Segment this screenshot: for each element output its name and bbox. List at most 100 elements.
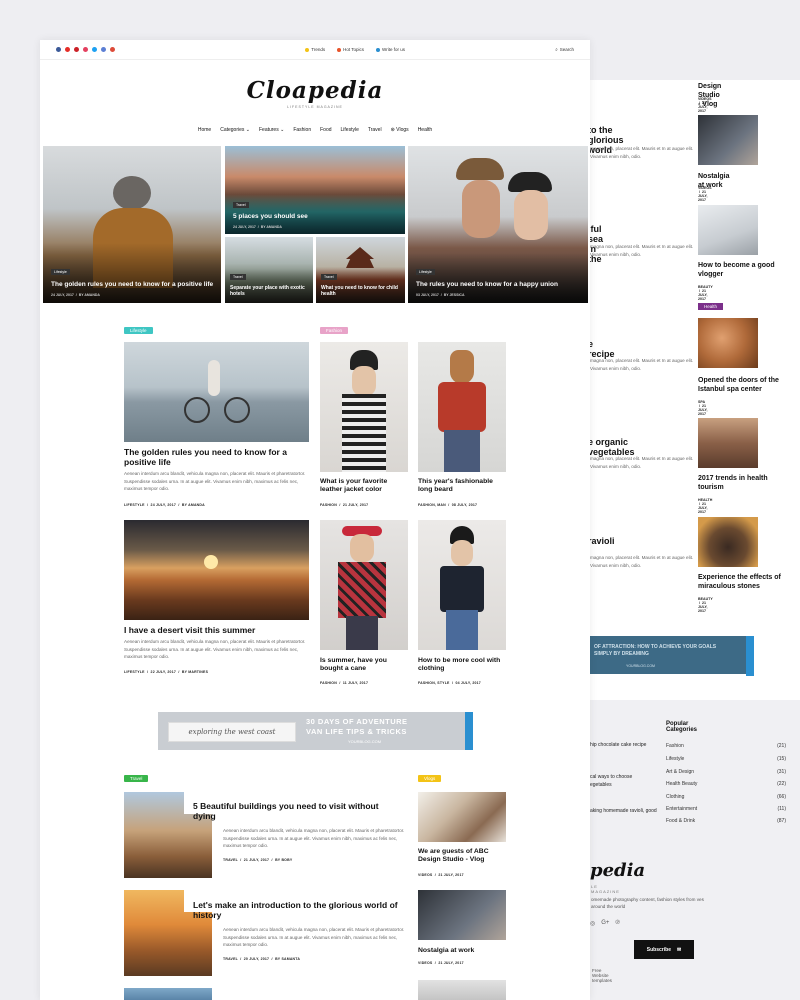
category-row[interactable]: Art & Design (31) xyxy=(666,769,786,775)
post-image[interactable] xyxy=(124,988,212,1000)
nav-vlogs[interactable]: ⊛ Vlogs xyxy=(391,127,409,133)
post-image[interactable] xyxy=(320,342,408,472)
post-title[interactable]: The golden rules you need to know for a … xyxy=(124,447,309,467)
post-title[interactable]: Nostalgia at work xyxy=(418,947,506,955)
ad-banner[interactable]: exploring the west coast 30 DAYS OF ADVE… xyxy=(158,712,473,750)
post-meta: LIFESTYLE / 24 JULY, 2017 / BY AMANDA xyxy=(124,503,205,507)
post-title[interactable]: We are guests of ABC Design Studio - Vlo… xyxy=(418,848,506,864)
hero-tile[interactable]: Travel What you need to know for child h… xyxy=(316,237,405,303)
post-meta: VIDEOS / 21 JULY, 2017 xyxy=(418,961,464,965)
hero-title[interactable]: The golden rules you need to know for a … xyxy=(51,281,215,289)
vimeo-icon[interactable] xyxy=(101,47,106,52)
section-tag-travel[interactable]: Travel xyxy=(124,775,149,782)
back-side-image[interactable] xyxy=(698,318,758,368)
search-button[interactable]: ⌕ Search xyxy=(555,47,574,52)
category-row[interactable]: Lifestyle (15) xyxy=(666,756,786,762)
post-image[interactable] xyxy=(418,520,506,650)
section-tag-lifestyle[interactable]: Lifestyle xyxy=(124,327,153,334)
post-image[interactable] xyxy=(418,792,506,842)
category-row[interactable]: Health Beauty (22) xyxy=(666,781,786,787)
nav-food[interactable]: Food xyxy=(320,127,331,133)
subscribe-button[interactable]: Subscribe ✉ xyxy=(634,940,694,959)
site-logo[interactable]: Cloapedia xyxy=(40,77,590,104)
nav-fashion[interactable]: Fashion xyxy=(293,127,311,133)
category-row[interactable]: Clothing (66) xyxy=(666,794,786,800)
post-image[interactable] xyxy=(320,520,408,650)
back-side-title[interactable]: How to become a good vlogger xyxy=(698,261,788,279)
hero-title[interactable]: 5 places you should see xyxy=(233,213,399,221)
pinterest-icon[interactable] xyxy=(74,47,79,52)
back-side-image[interactable] xyxy=(698,517,758,567)
nav-categories[interactable]: Categories ⌄ xyxy=(220,127,250,133)
back-post-title[interactable]: e organic vegetables xyxy=(588,437,635,457)
hero-tile[interactable]: Lifestyle The golden rules you need to k… xyxy=(43,146,221,303)
post-title[interactable]: Let's make an introduction to the glorio… xyxy=(193,900,403,920)
post-image[interactable] xyxy=(418,342,506,472)
health-tag[interactable]: Health xyxy=(698,303,724,310)
footer-social-icons[interactable]: ◎ G+ ℗ xyxy=(590,920,620,927)
back-side-image[interactable] xyxy=(698,418,758,468)
footer-post[interactable]: aking homemade ravioli, good xyxy=(590,808,658,816)
jacket-shape xyxy=(440,566,484,612)
google-plus-icon[interactable] xyxy=(110,47,115,52)
hero-tile[interactable]: Travel Separate your place with exotic h… xyxy=(225,237,313,303)
back-side-title[interactable]: 2017 trends in health tourism xyxy=(698,474,788,492)
section-tag-vlogs[interactable]: Vlogs xyxy=(418,775,442,782)
back-side-meta: HEALTH / 21 JULY, 2017 xyxy=(698,498,713,514)
post-title[interactable]: Is summer, have you bought a cane xyxy=(320,657,408,673)
back-post-title[interactable]: e recipe xyxy=(588,339,615,359)
footer-post[interactable]: cal ways to choose egetables xyxy=(590,774,650,789)
back-side-image[interactable] xyxy=(698,115,758,165)
nav-lifestyle[interactable]: Lifestyle xyxy=(341,127,359,133)
back-side-title[interactable]: Experience the effects of miraculous sto… xyxy=(698,573,788,591)
hero-title[interactable]: The rules you need to know for a happy u… xyxy=(416,281,582,289)
tag-label[interactable]: Lifestyle xyxy=(416,268,435,275)
post-title[interactable]: 5 Beautiful buildings you need to visit … xyxy=(193,801,393,821)
post-image[interactable] xyxy=(418,890,506,940)
post-excerpt: Aenean interdum arcu blandit, vehicula m… xyxy=(223,927,405,948)
post-image[interactable] xyxy=(418,980,506,1000)
top-link-trends[interactable]: Trends xyxy=(305,47,325,52)
category-row[interactable]: Food & Drink (87) xyxy=(666,818,786,824)
footer-about: omemade photography content, fashion sty… xyxy=(591,897,704,909)
post-image[interactable] xyxy=(124,342,309,442)
nav-travel[interactable]: Travel xyxy=(368,127,382,133)
footer-post[interactable]: hip chocolate cake recipe xyxy=(590,742,658,750)
top-link-write[interactable]: Write for us xyxy=(376,47,405,52)
post-title[interactable]: I have a desert visit this summer xyxy=(124,625,309,635)
nav-home[interactable]: Home xyxy=(198,127,211,133)
post-image[interactable] xyxy=(124,520,309,620)
youtube-icon[interactable] xyxy=(65,47,70,52)
tag-label[interactable]: Lifestyle xyxy=(51,268,70,275)
twitter-icon[interactable] xyxy=(92,47,97,52)
back-side-title[interactable]: Opened the doors of the Istanbul spa cen… xyxy=(698,376,788,394)
shirt-shape xyxy=(342,394,386,472)
hero-title[interactable]: Separate your place with exotic hotels xyxy=(230,285,307,298)
back-post-title[interactable]: ravioli xyxy=(588,536,615,546)
instagram-icon[interactable]: ◎ xyxy=(590,920,595,927)
instagram-icon[interactable] xyxy=(83,47,88,52)
section-tag-fashion[interactable]: Fashion xyxy=(320,327,349,334)
hero-title[interactable]: What you need to know for child health xyxy=(321,285,399,298)
category-row[interactable]: Entertainment (11) xyxy=(666,806,786,812)
google-plus-icon[interactable]: G+ xyxy=(601,920,609,927)
hero-tile[interactable]: Lifestyle The rules you need to know for… xyxy=(408,146,588,303)
face-shape xyxy=(350,534,374,562)
post-title[interactable]: How to be more cool with clothing xyxy=(418,657,506,673)
site-tagline: LIFESTYLE MAGAZINE xyxy=(287,105,343,109)
hero-tile[interactable]: Travel 5 places you should see 24 JULY, … xyxy=(225,146,405,234)
tag-label[interactable]: Travel xyxy=(230,273,246,280)
back-side-image[interactable] xyxy=(698,205,758,255)
category-row[interactable]: Fashion (21) xyxy=(666,743,786,749)
pinterest-icon[interactable]: ℗ xyxy=(615,920,619,927)
back-banner[interactable]: OF ATTRACTION: HOW TO ACHIEVE YOUR GOALS… xyxy=(590,636,748,674)
face-shape xyxy=(451,540,473,566)
nav-health[interactable]: Health xyxy=(418,127,432,133)
tag-label[interactable]: Travel xyxy=(233,201,249,208)
top-link-hot-topics[interactable]: Hot Topics xyxy=(337,47,364,52)
post-title[interactable]: This year's fashionable long beard xyxy=(418,478,506,494)
facebook-icon[interactable] xyxy=(56,47,61,52)
nav-features[interactable]: Features ⌄ xyxy=(259,127,284,133)
tag-label[interactable]: Travel xyxy=(321,273,337,280)
post-title[interactable]: What is your favorite leather jacket col… xyxy=(320,478,408,494)
